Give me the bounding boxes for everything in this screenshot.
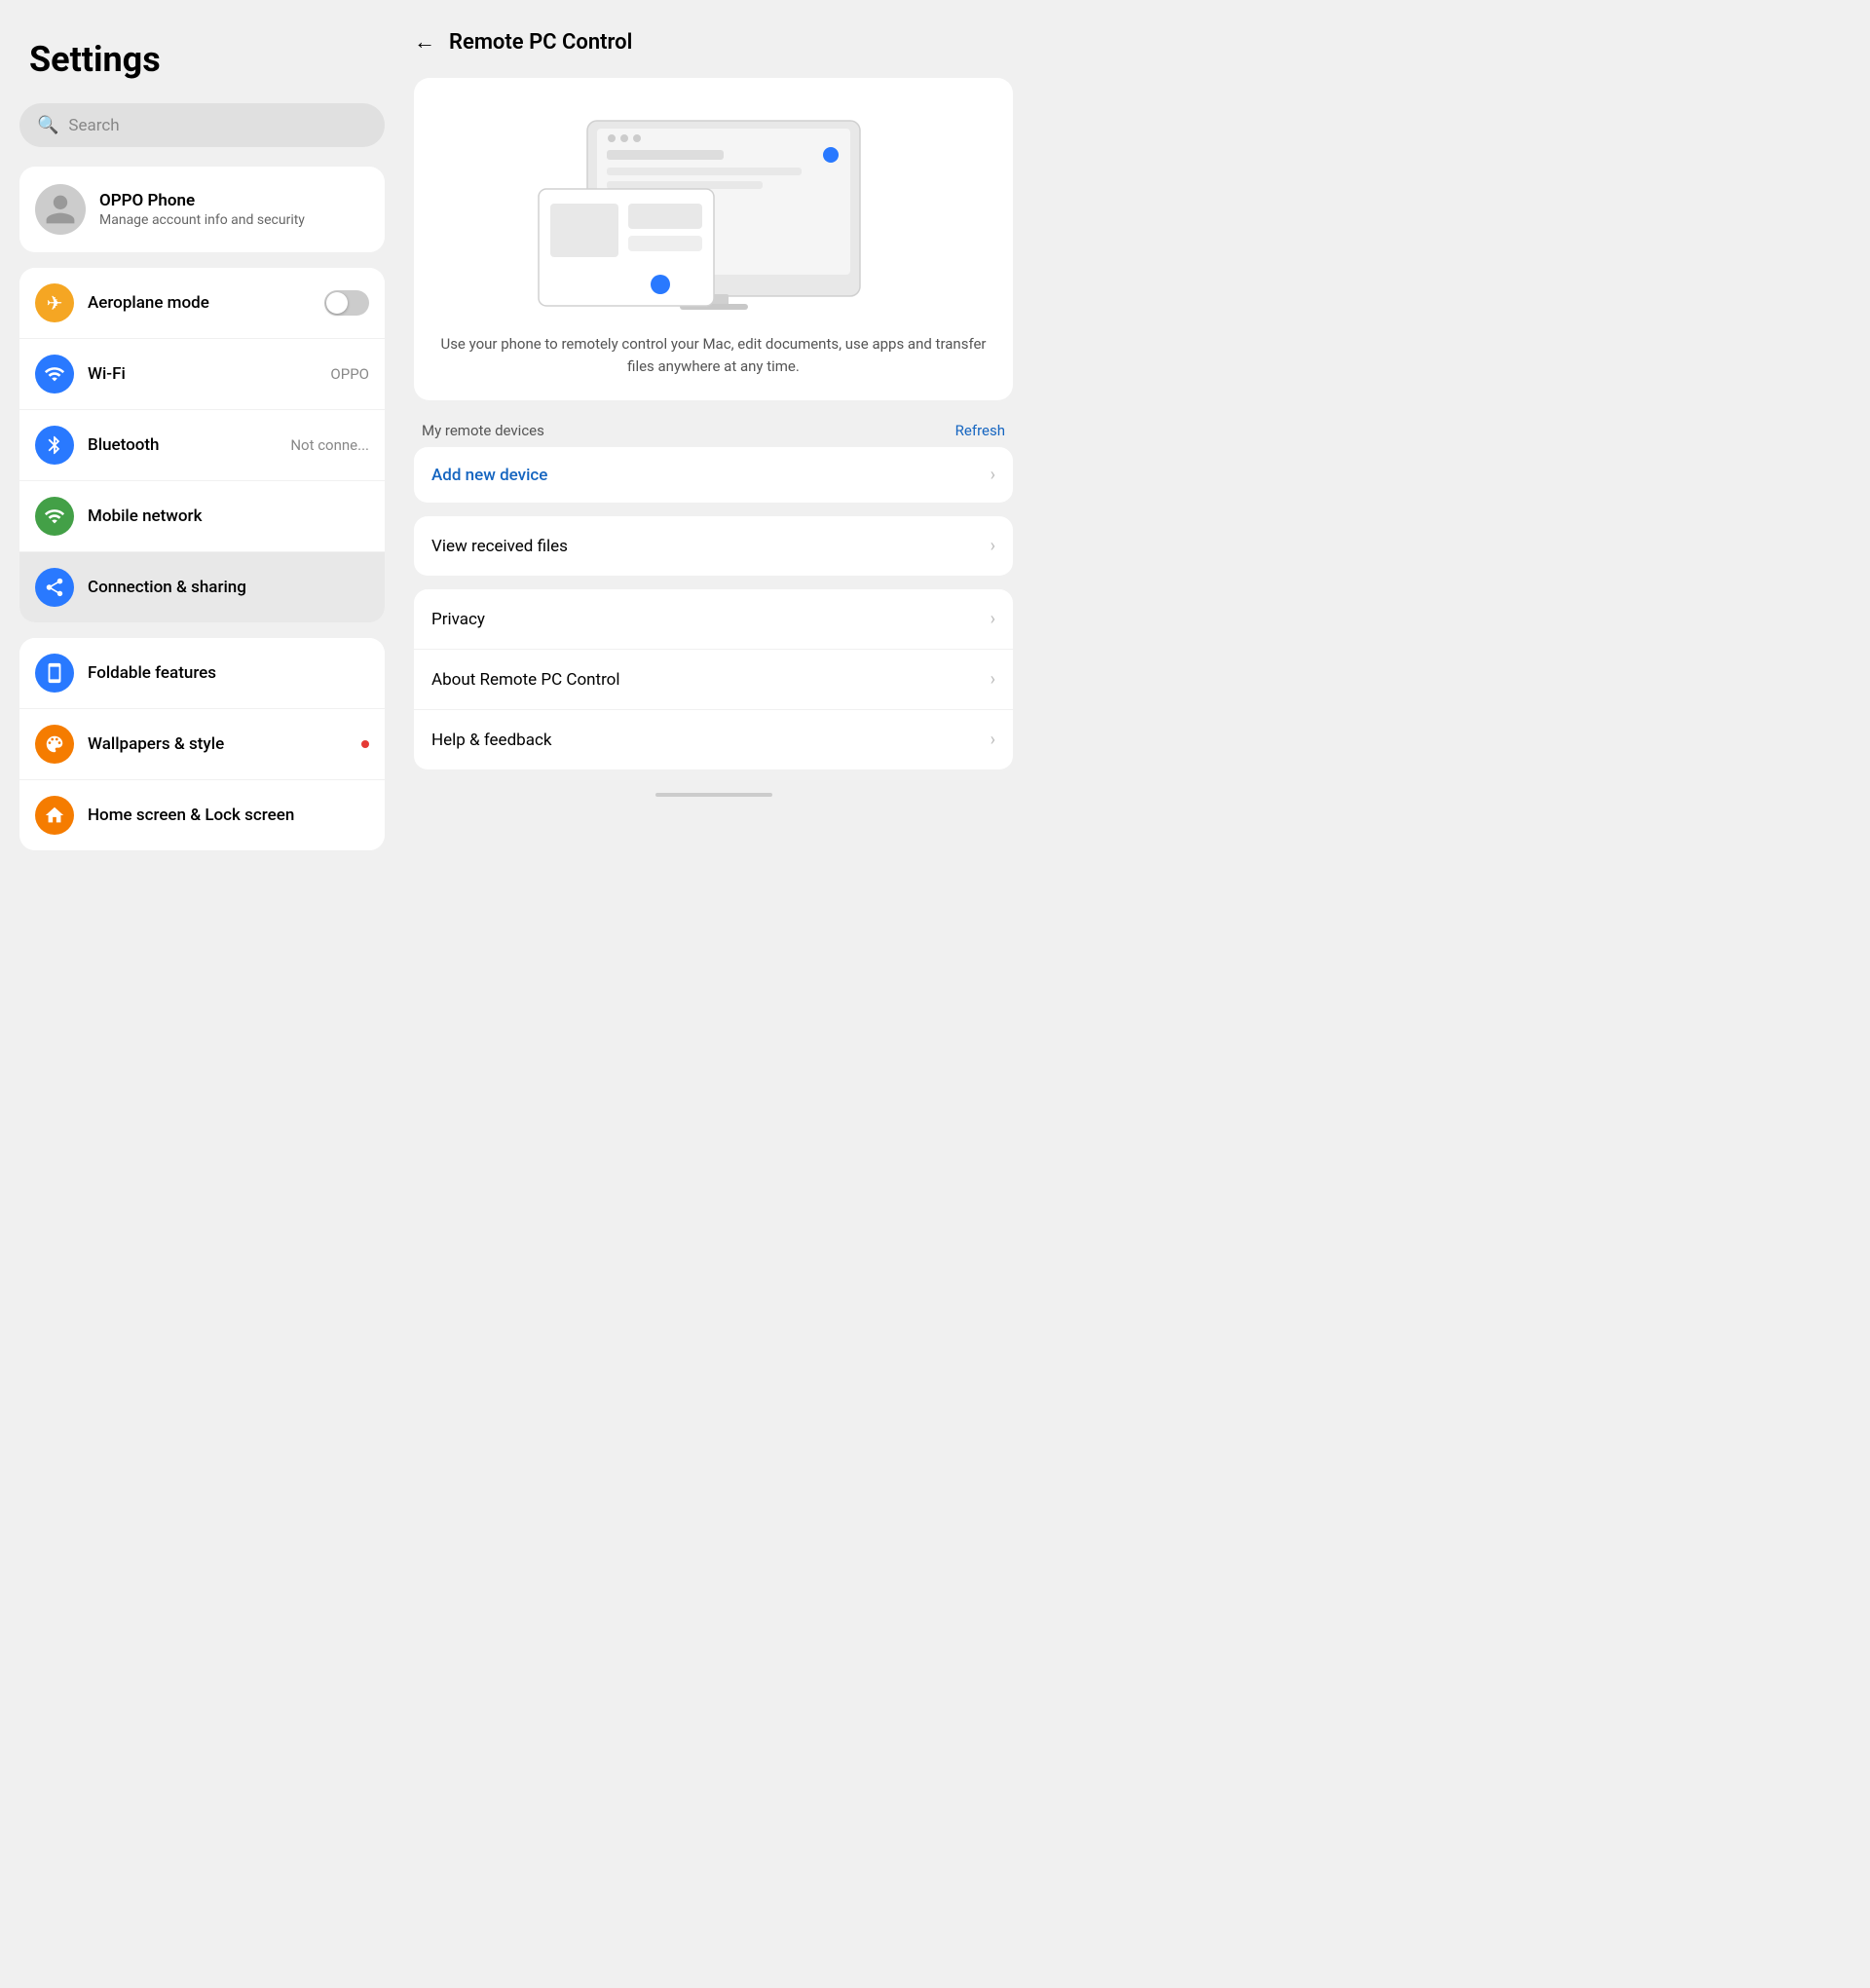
help-row[interactable]: Help & feedback ›	[414, 709, 1013, 769]
sidebar-item-aeroplane[interactable]: ✈ Aeroplane mode	[19, 268, 385, 338]
devices-header: My remote devices Refresh	[414, 414, 1013, 447]
add-device-label: Add new device	[431, 466, 547, 485]
bluetooth-value: Not conne...	[290, 436, 369, 454]
wallpapers-icon	[35, 725, 74, 764]
avatar	[35, 184, 86, 235]
mobile-network-icon	[35, 497, 74, 536]
aeroplane-icon: ✈	[35, 283, 74, 322]
privacy-card: Privacy › About Remote PC Control › Help…	[414, 589, 1013, 769]
hero-illustration	[509, 101, 918, 316]
view-received-files-row[interactable]: View received files ›	[414, 516, 1013, 576]
account-subtitle: Manage account info and security	[99, 212, 305, 228]
back-button[interactable]: ←	[414, 29, 435, 55]
search-placeholder: Search	[68, 116, 119, 135]
add-device-chevron: ›	[991, 465, 995, 485]
sidebar-item-mobile-network[interactable]: Mobile network	[19, 480, 385, 551]
refresh-button[interactable]: Refresh	[955, 422, 1005, 439]
foldable-icon	[35, 654, 74, 693]
devices-section: My remote devices Refresh Add new device…	[414, 414, 1013, 503]
about-chevron: ›	[991, 669, 995, 690]
sidebar-item-homescreen[interactable]: Home screen & Lock screen	[19, 779, 385, 850]
sidebar-item-bluetooth[interactable]: Bluetooth Not conne...	[19, 409, 385, 480]
connection-sharing-icon	[35, 568, 74, 607]
mobile-network-label: Mobile network	[88, 506, 369, 526]
wifi-value: OPPO	[330, 365, 369, 383]
wallpapers-label: Wallpapers & style	[88, 734, 344, 754]
privacy-row[interactable]: Privacy ›	[414, 589, 1013, 649]
bluetooth-label: Bluetooth	[88, 435, 277, 455]
sidebar-item-wallpapers[interactable]: Wallpapers & style	[19, 708, 385, 779]
add-device-row[interactable]: Add new device ›	[414, 447, 1013, 503]
sidebar-item-connection-sharing[interactable]: Connection & sharing	[19, 551, 385, 622]
help-chevron: ›	[991, 730, 995, 750]
account-info: OPPO Phone Manage account info and secur…	[99, 191, 305, 228]
aeroplane-label: Aeroplane mode	[88, 293, 311, 313]
search-bar[interactable]: 🔍 Search	[19, 103, 385, 147]
aeroplane-toggle[interactable]	[324, 290, 369, 316]
view-received-chevron: ›	[991, 536, 995, 556]
menu-card: View received files ›	[414, 516, 1013, 576]
scroll-indicator	[655, 793, 772, 797]
panel-title: Remote PC Control	[449, 30, 632, 55]
account-name: OPPO Phone	[99, 191, 305, 210]
search-icon: 🔍	[37, 115, 58, 135]
about-row[interactable]: About Remote PC Control ›	[414, 649, 1013, 709]
wifi-icon	[35, 355, 74, 394]
devices-label: My remote devices	[422, 422, 544, 439]
account-card[interactable]: OPPO Phone Manage account info and secur…	[19, 167, 385, 252]
panel-header: ← Remote PC Control	[414, 19, 1013, 64]
help-label: Help & feedback	[431, 731, 551, 750]
about-label: About Remote PC Control	[431, 670, 620, 690]
connection-sharing-label: Connection & sharing	[88, 578, 369, 597]
right-panel: ← Remote PC Control	[404, 0, 1032, 1032]
sidebar-item-wifi[interactable]: Wi-Fi OPPO	[19, 338, 385, 409]
network-card: ✈ Aeroplane mode Wi-Fi OPPO Bluetoo	[19, 268, 385, 622]
toggle-knob	[326, 292, 348, 314]
foldable-label: Foldable features	[88, 663, 369, 683]
hero-description: Use your phone to remotely control your …	[437, 333, 990, 377]
sidebar: Settings 🔍 Search OPPO Phone Manage acco…	[0, 0, 404, 1032]
wifi-label: Wi-Fi	[88, 364, 317, 384]
notification-dot	[361, 740, 369, 748]
view-received-files-label: View received files	[431, 537, 568, 556]
homescreen-label: Home screen & Lock screen	[88, 806, 369, 825]
account-row[interactable]: OPPO Phone Manage account info and secur…	[19, 167, 385, 252]
privacy-label: Privacy	[431, 610, 485, 629]
second-card: Foldable features Wallpapers & style Hom…	[19, 638, 385, 850]
privacy-chevron: ›	[991, 609, 995, 629]
homescreen-icon	[35, 796, 74, 835]
settings-title: Settings	[19, 39, 385, 80]
hero-card: Use your phone to remotely control your …	[414, 78, 1013, 400]
bluetooth-icon	[35, 426, 74, 465]
sidebar-item-foldable[interactable]: Foldable features	[19, 638, 385, 708]
